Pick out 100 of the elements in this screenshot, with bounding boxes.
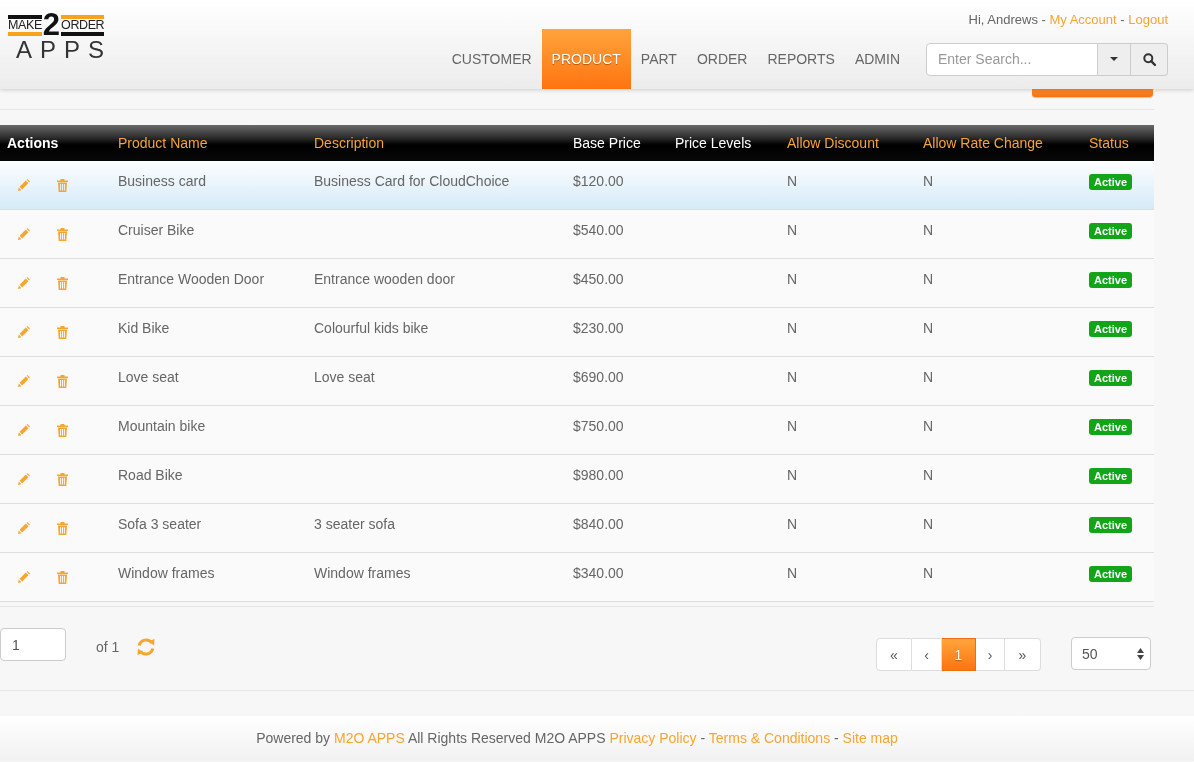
- column-header: Actions: [6, 135, 60, 151]
- table-cell-text: N: [786, 221, 799, 238]
- logo-text: ORDER: [61, 14, 105, 36]
- status-badge: Active: [1089, 174, 1133, 190]
- trash-icon[interactable]: [57, 325, 68, 339]
- trash-icon[interactable]: [57, 521, 68, 535]
- action-button[interactable]: [1032, 89, 1153, 97]
- logo-text: APPS: [16, 39, 113, 61]
- table-cell-text: Entrance wooden door: [313, 270, 456, 287]
- trash-icon[interactable]: [57, 472, 68, 486]
- page-size-select[interactable]: 50: [1071, 637, 1151, 670]
- status-badge: Active: [1089, 370, 1133, 386]
- table-cell-text: N: [786, 270, 799, 287]
- table-cell-text: N: [786, 564, 799, 581]
- table-cell-text: Mountain bike: [117, 417, 207, 434]
- logo-text: MAKE: [8, 14, 42, 36]
- status-badge: Active: [1089, 223, 1133, 239]
- status-badge: Active: [1089, 468, 1133, 484]
- trash-icon[interactable]: [57, 276, 68, 290]
- table-cell-text: N: [786, 319, 799, 336]
- table-cell-text: Window frames: [117, 564, 216, 581]
- nav-tab[interactable]: REPORTS: [757, 29, 845, 89]
- status-badge: Active: [1089, 321, 1133, 337]
- table-cell-text: $690.00: [572, 368, 625, 385]
- trash-icon[interactable]: [57, 570, 68, 584]
- table-cell-text: $750.00: [572, 417, 625, 434]
- nav-tab[interactable]: PART: [630, 29, 687, 89]
- table-cell-text: N: [786, 466, 799, 483]
- table-cell-text: N: [786, 172, 799, 189]
- search-icon: [1142, 52, 1156, 66]
- column-header[interactable]: Description: [307, 135, 392, 151]
- column-header[interactable]: Allow Discount: [780, 135, 886, 151]
- table-cell-text: Love seat: [313, 368, 376, 385]
- trash-icon[interactable]: [57, 178, 68, 192]
- pagination-button[interactable]: «: [876, 638, 912, 671]
- table-cell-text: $230.00: [572, 319, 625, 336]
- table-cell-text: Kid Bike: [117, 319, 171, 336]
- table-cell-text: Cruiser Bike: [117, 221, 196, 238]
- table-cell-text: N: [786, 515, 799, 532]
- table-cell-text: N: [922, 319, 935, 336]
- column-header: Base Price: [572, 135, 642, 151]
- table-cell-text: Window frames: [313, 564, 412, 581]
- table-cell-text: N: [922, 466, 935, 483]
- pencil-icon[interactable]: [18, 424, 30, 436]
- pagination-button[interactable]: »: [1005, 638, 1041, 671]
- pagination-button[interactable]: ›: [976, 638, 1005, 671]
- trash-icon[interactable]: [57, 374, 68, 388]
- refresh-icon[interactable]: [136, 637, 157, 657]
- trash-icon[interactable]: [57, 227, 68, 241]
- page-input[interactable]: 1: [0, 628, 66, 661]
- pencil-icon[interactable]: [18, 228, 30, 240]
- table-cell-text: N: [922, 564, 935, 581]
- user-greeting: Hi, Andrews - My Account - Logout: [968, 12, 1168, 29]
- table-cell-text: $840.00: [572, 515, 625, 532]
- nav-tab[interactable]: ORDER: [686, 29, 758, 89]
- table-cell-text: $340.00: [572, 564, 625, 581]
- column-header: Price Levels: [674, 135, 753, 151]
- table-cell-text: Entrance Wooden Door: [117, 270, 266, 287]
- nav-tab[interactable]: CUSTOMER: [441, 29, 542, 89]
- table-cell-text: N: [922, 172, 935, 189]
- page-count-text: of 1: [96, 639, 120, 655]
- table-cell-text: Love seat: [117, 368, 180, 385]
- search-button[interactable]: [1131, 42, 1168, 76]
- pagination-button[interactable]: ‹: [912, 638, 942, 671]
- trash-icon[interactable]: [57, 423, 68, 437]
- table-cell-text: Sofa 3 seater: [117, 515, 203, 532]
- table-cell-text: N: [786, 368, 799, 385]
- logo-text: 2: [42, 13, 61, 37]
- column-header[interactable]: Allow Rate Change: [916, 135, 1050, 151]
- status-badge: Active: [1089, 566, 1133, 582]
- updown-arrows-icon: [1137, 647, 1144, 660]
- pencil-icon[interactable]: [18, 522, 30, 534]
- table-cell-text: Colourful kids bike: [313, 319, 430, 336]
- pencil-icon[interactable]: [18, 179, 30, 191]
- pencil-icon[interactable]: [18, 277, 30, 289]
- status-badge: Active: [1089, 419, 1133, 435]
- table-cell-text: N: [922, 221, 935, 238]
- footer-text: Powered by M2O APPS All Rights Reserved M2O APPS Privacy Policy - Terms & Conditions - Site map: [255, 729, 899, 748]
- table-cell-text: N: [786, 417, 799, 434]
- table-cell-text: N: [922, 417, 935, 434]
- table-cell-text: $120.00: [572, 172, 625, 189]
- table-cell-text: N: [922, 515, 935, 532]
- status-badge: Active: [1089, 517, 1133, 533]
- pencil-icon[interactable]: [18, 473, 30, 485]
- table-cell-text: N: [922, 270, 935, 287]
- table-cell-text: $540.00: [572, 221, 625, 238]
- column-header[interactable]: Status: [1082, 135, 1136, 151]
- column-header[interactable]: Product Name: [111, 135, 215, 151]
- nav-tab[interactable]: ADMIN: [844, 29, 910, 89]
- caret-icon: [1110, 57, 1118, 61]
- table-cell-text: Road Bike: [117, 466, 184, 483]
- search-field[interactable]: Enter Search...: [926, 42, 1098, 76]
- pencil-icon[interactable]: [18, 326, 30, 338]
- table-cell-text: 3 seater sofa: [313, 515, 396, 532]
- status-badge: Active: [1089, 272, 1133, 288]
- pencil-icon[interactable]: [18, 375, 30, 387]
- table-row[interactable]: Business card Business Card for CloudChoice $120.00 N N Active: [0, 161, 1154, 210]
- table-cell-text: N: [922, 368, 935, 385]
- pencil-icon[interactable]: [18, 571, 30, 583]
- table-cell-text: $980.00: [572, 466, 625, 483]
